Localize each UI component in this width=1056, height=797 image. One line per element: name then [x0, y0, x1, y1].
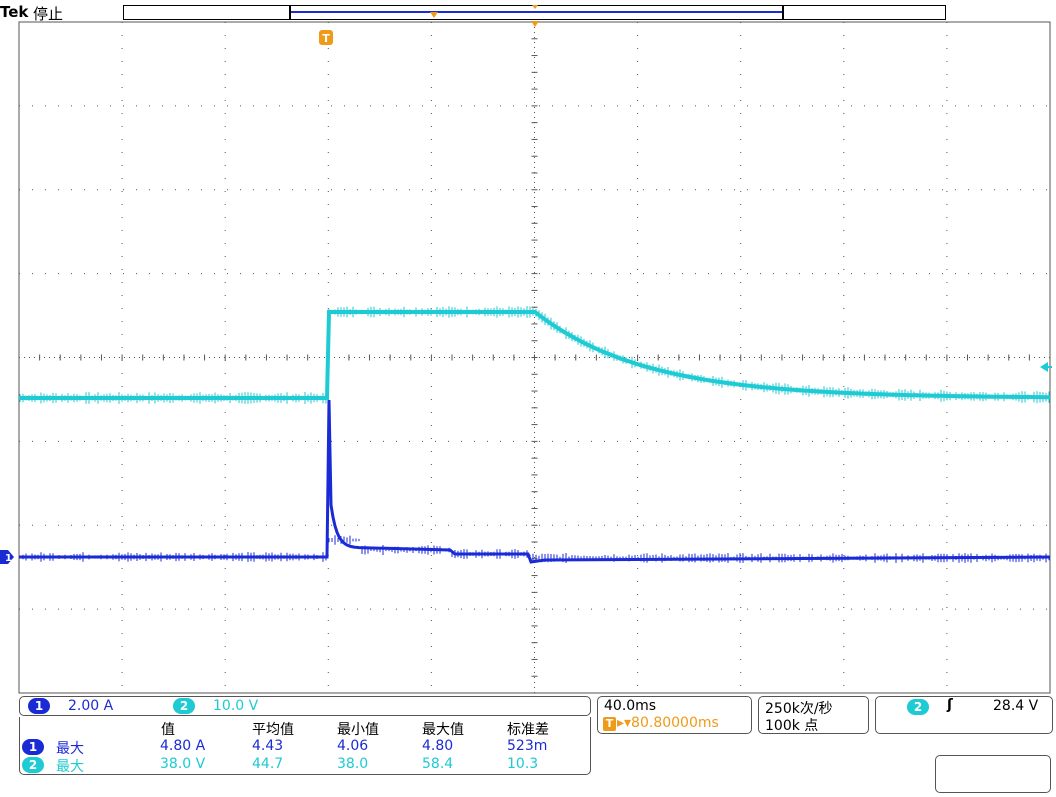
row1-channel-badge: 1 — [22, 739, 44, 755]
row1-min: 4.06 — [337, 738, 369, 754]
header-mean: 平均值 — [252, 722, 294, 738]
trigger-level-arrow[interactable] — [1040, 362, 1048, 372]
header-std: 标准差 — [507, 722, 549, 738]
header-value: 值 — [161, 722, 175, 738]
channel-1-ground-label: 1 — [5, 553, 12, 564]
empty-readout-box[interactable] — [935, 755, 1051, 793]
row1-value: 4.80 A — [160, 738, 206, 754]
channel-1-badge[interactable]: 1 — [28, 698, 50, 714]
timebase-readout[interactable]: 40.0ms T ▸▾80.80000ms — [597, 696, 752, 734]
row1-std: 523m — [507, 738, 548, 754]
channel-1-scale[interactable]: 2.00 A — [68, 698, 113, 714]
row1-measure-name: 最大 — [56, 741, 84, 757]
acquisition-readout[interactable]: 250k次/秒 100k 点 — [758, 696, 869, 734]
row2-min: 38.0 — [337, 756, 369, 772]
center-position-marker — [531, 21, 539, 27]
timebase-scale[interactable]: 40.0ms — [604, 698, 656, 714]
row2-std: 10.3 — [507, 756, 539, 772]
channel-2-badge[interactable]: 2 — [173, 698, 195, 714]
row2-mean: 44.7 — [252, 756, 284, 772]
record-trigger-marker — [430, 12, 438, 18]
trigger-level[interactable]: 28.4 V — [993, 698, 1038, 714]
trigger-source-badge[interactable]: 2 — [907, 699, 929, 715]
graticule — [18, 21, 1051, 694]
row2-channel-badge: 2 — [22, 757, 44, 773]
header-max: 最大值 — [422, 722, 464, 738]
header-min: 最小值 — [337, 722, 379, 738]
row1-mean: 4.43 — [252, 738, 284, 754]
trigger-slope-icon[interactable]: ʃ — [947, 697, 953, 713]
row1-max: 4.80 — [422, 738, 454, 754]
row2-value: 38.0 V — [160, 756, 206, 772]
row2-measure-name: 最大 — [56, 759, 84, 775]
channel-scale-readout[interactable]: 1 2.00 A 2 10.0 V — [19, 696, 591, 716]
trigger-position-label: T — [322, 32, 330, 45]
row2-max: 58.4 — [422, 756, 454, 772]
record-length[interactable]: 100k 点 — [765, 715, 818, 735]
center-top-caret — [532, 5, 538, 9]
trigger-delay-icon: T — [603, 717, 616, 731]
trigger-readout[interactable]: 2 ʃ 28.4 V — [875, 696, 1053, 734]
channel-2-scale[interactable]: 10.0 V — [213, 698, 258, 714]
trigger-delay[interactable]: ▸▾80.80000ms — [617, 715, 719, 731]
measurement-table[interactable]: 值 平均值 最小值 最大值 标准差 1 最大 4.80 A 4.43 4.06 … — [19, 717, 591, 775]
waveform-display[interactable]: T 1 — [0, 0, 1056, 797]
